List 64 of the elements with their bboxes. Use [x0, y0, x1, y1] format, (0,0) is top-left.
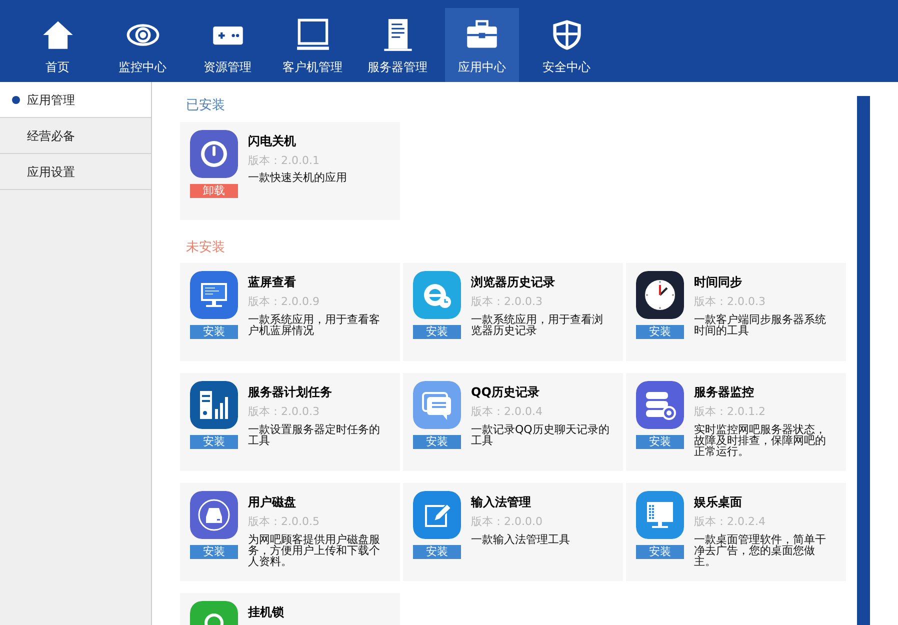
monitor-icon — [296, 18, 330, 52]
app-name: 输入法管理 — [471, 494, 532, 511]
clock-icon — [636, 271, 684, 319]
nav-tab[interactable]: 安全中心 — [524, 8, 609, 82]
install-button[interactable]: 安装 — [413, 325, 461, 339]
app-description: 一款快速关机的应用 — [248, 172, 347, 183]
server-chart-icon — [190, 381, 238, 429]
app-version: 版本：2.0.0.3 — [694, 294, 766, 310]
selection-dot — [12, 96, 20, 104]
section-heading: 未安装 — [186, 238, 226, 256]
install-button[interactable]: 安装 — [413, 435, 461, 449]
app-name: 挂机锁 — [248, 604, 284, 621]
nav-tab[interactable]: 客户机管理 — [270, 8, 355, 82]
app-name: 时间同步 — [694, 274, 743, 291]
sidebar-item[interactable]: 应用管理 — [0, 82, 151, 118]
nav-tab[interactable]: 监控中心 — [100, 8, 185, 82]
nav-tab[interactable]: 首页 — [15, 8, 100, 82]
app-version: 版本：2.0.0.1 — [248, 152, 320, 168]
sidebar-item[interactable]: 应用设置 — [0, 154, 151, 190]
app-version: 版本：2.0.0.3 — [248, 404, 320, 420]
app-name: 浏览器历史记录 — [471, 274, 556, 291]
app-name: 闪电关机 — [248, 132, 297, 150]
app-version: 版本：2.0.1.2 — [694, 404, 766, 420]
app-description: 一款输入法管理工具 — [471, 534, 570, 544]
monitor-icon — [190, 271, 238, 319]
app-description: 为网吧顾客提供用户磁盘服务，方便用户上传和下载个人资料。 — [248, 534, 381, 566]
app-description: 一款设置服务器定时任务的工具 — [248, 424, 381, 446]
app-name: 服务器计划任务 — [248, 384, 333, 401]
app-version: 版本：2.0.0.4 — [471, 404, 544, 420]
app-description: 一款桌面管理软件，简单干净去广告，您的桌面您做主。 — [694, 534, 827, 566]
app-description: 一款客户端同步服务器系统时间的工具 — [694, 314, 827, 336]
app-name: QQ历史记录 — [471, 384, 540, 401]
desktop-icon — [636, 491, 684, 539]
app-description: 实时监控网吧服务器状态，故障及时排查，保障网吧的正常运行。 — [694, 424, 827, 456]
power-icon — [190, 130, 238, 178]
install-button[interactable]: 安装 — [636, 325, 684, 339]
nav-tab[interactable]: 资源管理 — [185, 8, 270, 82]
sidebar-item[interactable]: 经营必备 — [0, 118, 151, 154]
pen-icon — [413, 491, 461, 539]
app-description: 一款系统应用，用于查看浏览器历史记录 — [471, 314, 604, 336]
install-button[interactable]: 安装 — [636, 435, 684, 449]
app-version: 版本：2.0.2.4 — [694, 514, 766, 530]
scrollbar[interactable] — [857, 96, 870, 625]
chat-icon — [413, 381, 461, 429]
install-button[interactable]: 安装 — [636, 545, 684, 559]
install-button[interactable]: 安装 — [190, 435, 238, 449]
section-heading: 已安装 — [186, 97, 226, 115]
install-button[interactable]: 安装 — [190, 545, 238, 559]
app-version: 版本：2.0.0.5 — [248, 514, 320, 530]
app-version: 版本：2.0.0.9 — [248, 294, 320, 310]
install-button[interactable]: 安装 — [190, 325, 238, 339]
browser-icon — [413, 271, 461, 319]
app-description: 一款记录QQ历史聊天记录的工具 — [471, 424, 610, 446]
app-name: 娱乐桌面 — [694, 494, 743, 511]
app-description: 一款系统应用，用于查看客户机蓝屏情况 — [248, 314, 381, 336]
nav-tab[interactable]: 应用中心 — [445, 8, 519, 82]
app-version: 版本：2.0.0.0 — [471, 514, 544, 530]
app-name: 服务器监控 — [694, 384, 755, 401]
app-version: 版本：2.0.0.3 — [471, 294, 544, 310]
server-monitor-icon — [636, 381, 684, 429]
nav-tab[interactable]: 服务器管理 — [355, 8, 440, 82]
install-button[interactable]: 安装 — [413, 545, 461, 559]
app-name: 蓝屏查看 — [248, 274, 297, 291]
app-name: 用户磁盘 — [248, 494, 297, 511]
